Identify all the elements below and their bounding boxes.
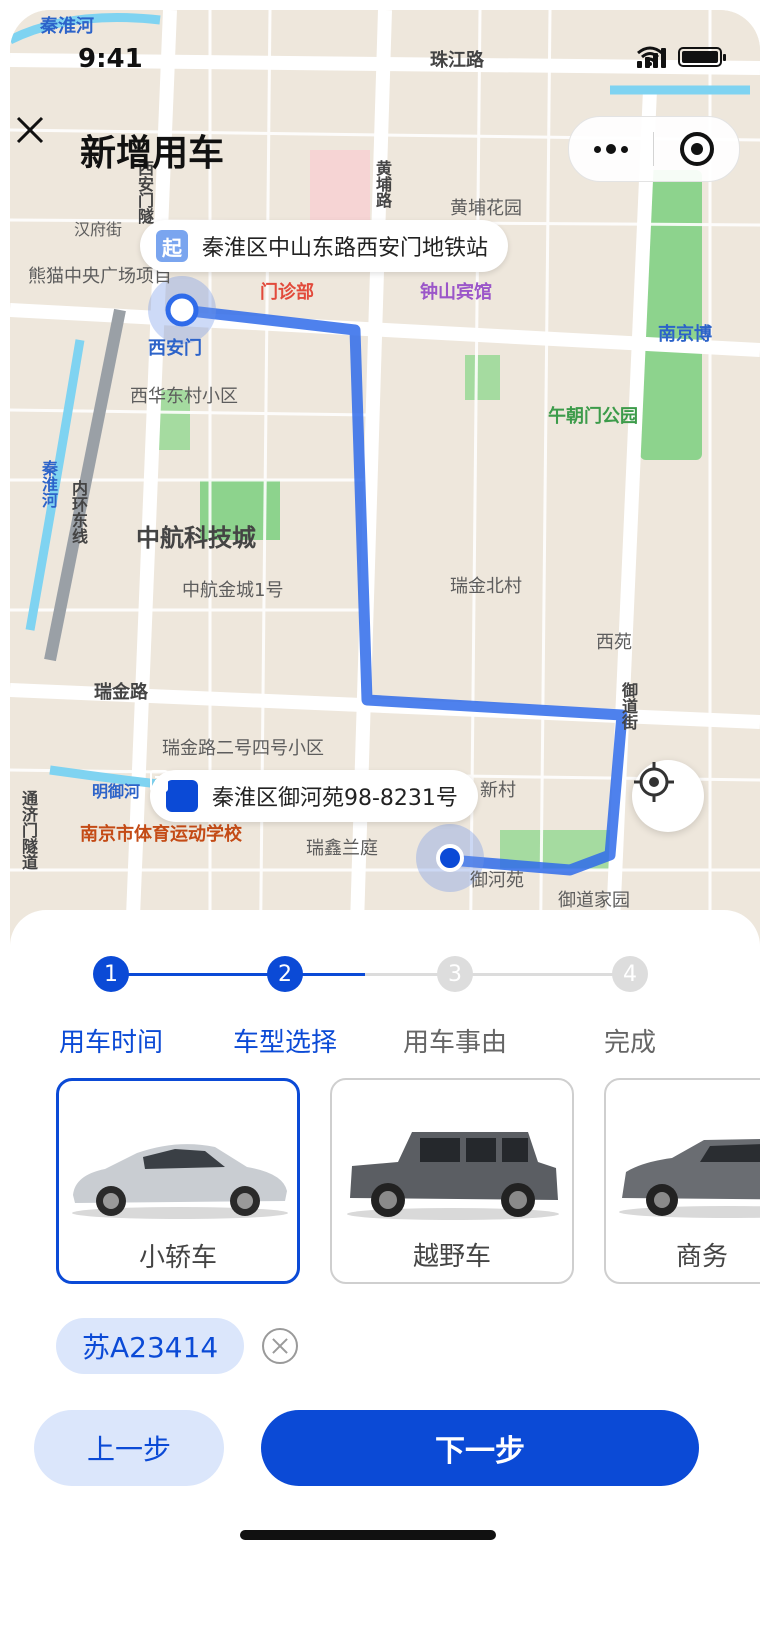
vehicle-name: 商务 (676, 1242, 729, 1272)
sedan-image (72, 1144, 288, 1219)
close-icon[interactable] (10, 110, 50, 150)
map-label: 黄埔花园 (450, 198, 522, 219)
remove-plate-icon[interactable] (262, 1328, 299, 1364)
plate-row: 苏A23414 (56, 1318, 299, 1374)
page-title: 新增用车 (80, 133, 225, 174)
map-label: 南京市体育运动学校 (80, 824, 242, 845)
vehicle-name: 越野车 (412, 1242, 491, 1272)
step-label: 车型选择 (232, 1028, 338, 1058)
more-dots-icon[interactable] (569, 117, 653, 181)
home-indicator (240, 1530, 496, 1540)
route-map[interactable]: 珠江路 秦淮河 黄埔花园 西安门隧 黄埔路 汉府街 熊猫中央广场项目 门诊部 钟… (10, 10, 760, 990)
record-icon (679, 132, 714, 166)
end-address-bubble[interactable]: 秦淮区御河苑98-8231号 (150, 770, 478, 822)
wifi-icon (637, 46, 663, 66)
map-label: 汉府街 (74, 220, 123, 239)
map-label: 中航金城1号 (182, 580, 284, 601)
crosshair-icon (634, 762, 674, 802)
record-button[interactable] (654, 132, 739, 166)
stepper: 1 2 3 4 用车时间 车型选择 用车事由 完成 (10, 950, 760, 1070)
license-plate-chip[interactable]: 苏A23414 (56, 1318, 245, 1374)
step-connector (111, 973, 285, 976)
map-label: 秦淮河 (39, 460, 58, 508)
map-label: 御道街 (619, 682, 638, 730)
start-marker (165, 293, 199, 327)
map-label: 钟山宾馆 (420, 282, 492, 303)
map-label: 通济门隧道 (19, 790, 38, 870)
map-label: 内环东线 (69, 480, 88, 544)
bottom-sheet: 1 2 3 4 用车时间 车型选择 用车事由 完成 小轿车 越野车 商务 苏A2… (10, 910, 760, 1644)
map-label: 西苑 (596, 632, 632, 653)
battery-icon (678, 47, 726, 67)
end-marker (436, 844, 464, 872)
document-icon (150, 770, 198, 812)
step-connector (365, 973, 630, 976)
map-label: 门诊部 (260, 282, 314, 303)
step-label: 用车时间 (58, 1028, 164, 1058)
end-address: 秦淮区御河苑98-8231号 (212, 786, 458, 811)
step-number: 1 (93, 956, 129, 992)
map-label: 瑞金路 (94, 682, 148, 703)
map-label: 瑞鑫兰庭 (306, 838, 378, 859)
nav-bar: 新增用车 (10, 110, 760, 190)
locate-button[interactable] (632, 760, 704, 832)
vehicle-type-list: 小轿车 越野车 商务 (10, 1078, 760, 1288)
map-label: 西华东村小区 (130, 386, 238, 407)
map-label: 瑞金北村 (450, 576, 522, 597)
step-label: 用车事由 (402, 1028, 508, 1058)
suv-image (347, 1132, 559, 1220)
business-car-image (619, 1138, 760, 1218)
start-address-bubble[interactable]: 起 秦淮区中山东路西安门地铁站 (140, 220, 509, 272)
map-label: 御河苑 (470, 870, 524, 891)
status-icons (637, 46, 726, 68)
map-label: 中航科技城 (136, 524, 256, 552)
status-time: 9:41 (78, 44, 143, 74)
map-label: 御道家园 (558, 890, 630, 911)
step-number: 4 (612, 956, 648, 992)
map-label: 瑞金路二号四号小区 (162, 738, 324, 759)
map-label: 午朝门公园 (548, 406, 638, 427)
vehicle-card-sedan[interactable]: 小轿车 (56, 1078, 300, 1284)
step-label: 完成 (603, 1028, 657, 1058)
phone-screen: 珠江路 秦淮河 黄埔花园 西安门隧 黄埔路 汉府街 熊猫中央广场项目 门诊部 钟… (10, 10, 760, 1644)
map-label: 新村 (480, 780, 516, 801)
start-tag: 起 (156, 230, 188, 262)
status-bar: 9:41 (10, 10, 760, 100)
mini-program-capsule (568, 116, 740, 182)
step-number: 2 (267, 956, 303, 992)
map-label: 南京博 (658, 324, 712, 345)
vehicle-name: 小轿车 (138, 1243, 217, 1273)
map-label: 明御河 (92, 782, 141, 801)
prev-step-button[interactable]: 上一步 (34, 1410, 224, 1486)
vehicle-card-business[interactable]: 商务 (604, 1078, 760, 1284)
step-number: 3 (437, 956, 473, 992)
next-step-button[interactable]: 下一步 (261, 1410, 699, 1486)
vehicle-card-suv[interactable]: 越野车 (330, 1078, 574, 1284)
map-label: 西安门 (148, 338, 202, 359)
app-frame: 珠江路 秦淮河 黄埔花园 西安门隧 黄埔路 汉府街 熊猫中央广场项目 门诊部 钟… (0, 0, 770, 1644)
start-address: 秦淮区中山东路西安门地铁站 (202, 236, 489, 261)
